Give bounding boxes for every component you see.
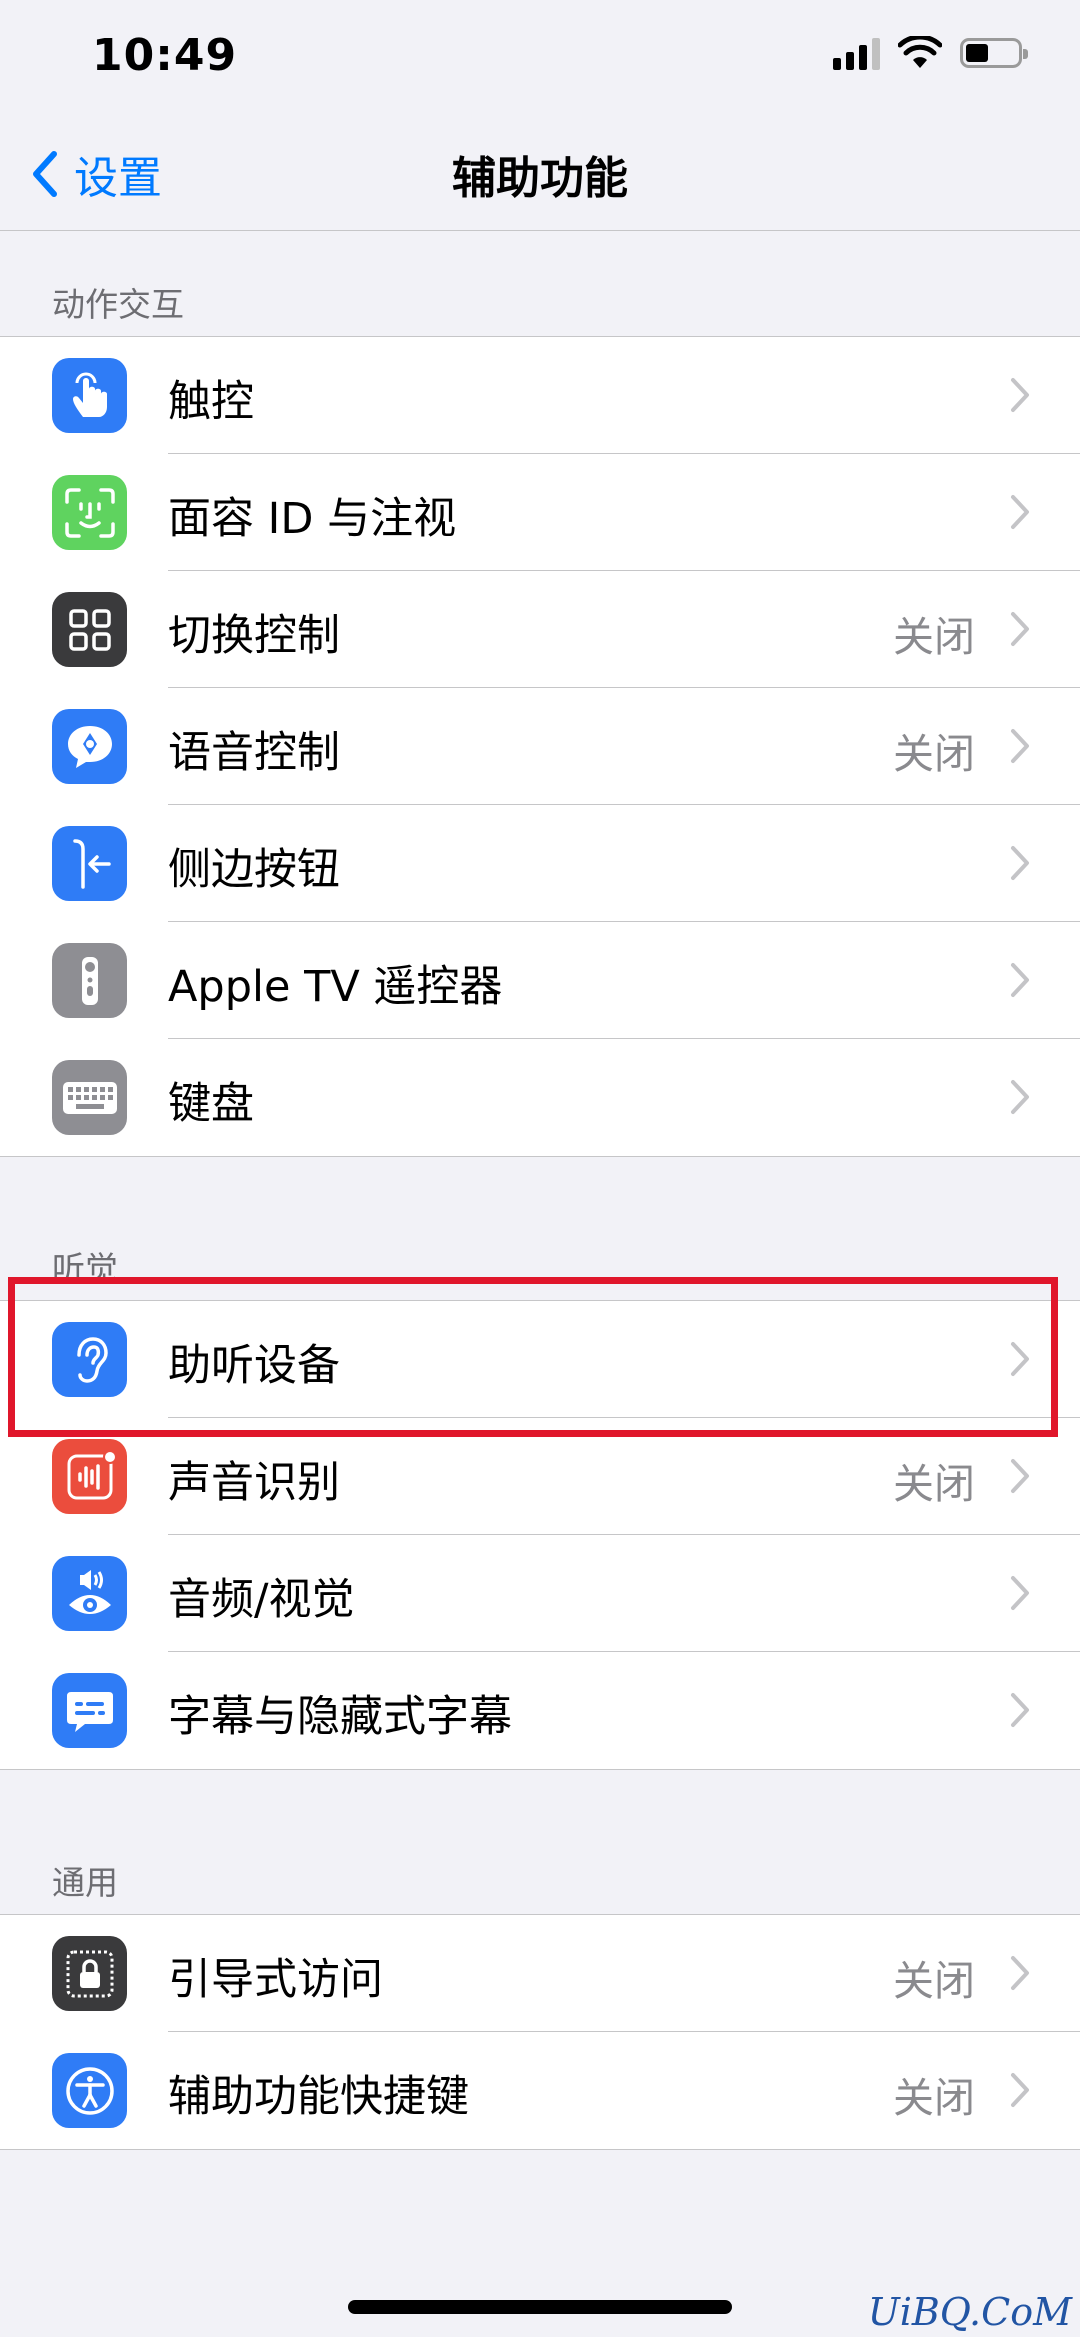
battery-icon: [960, 38, 1028, 68]
list-item-label: 触控: [168, 377, 254, 427]
list-item-guided-access[interactable]: 引导式访问 关闭: [0, 1915, 1080, 2032]
list-item-side-button[interactable]: 侧边按钮: [0, 805, 1080, 922]
list-item-value: 关闭: [893, 1460, 975, 1508]
home-indicator[interactable]: [348, 2300, 732, 2314]
list-item-value: 关闭: [893, 730, 975, 778]
list-item-touch[interactable]: 触控: [0, 337, 1080, 454]
list-item-label: 键盘: [168, 1079, 254, 1129]
chevron-right-icon: [1011, 2073, 1029, 2107]
list-item-switch-control[interactable]: 切换控制 关闭: [0, 571, 1080, 688]
status-bar: 10:49: [0, 0, 1080, 120]
chevron-right-icon: [1011, 1956, 1029, 1990]
chevron-right-icon: [1011, 729, 1029, 763]
touch-icon: [52, 358, 127, 433]
subtitles-icon: [52, 1673, 127, 1748]
audio-visual-icon: [52, 1556, 127, 1631]
voice-control-icon: [52, 709, 127, 784]
navigation-bar: 设置 辅助功能: [0, 120, 1080, 231]
list-item-label: Apple TV 遥控器: [168, 962, 503, 1012]
settings-group-interaction: 触控 面容 ID 与注视 切换控制 关闭 语音控制 关闭 侧边按钮 Apple …: [0, 336, 1080, 1157]
chevron-right-icon: [1011, 1576, 1029, 1610]
list-item-label: 侧边按钮: [168, 845, 340, 895]
list-item-label: 字幕与隐藏式字幕: [168, 1692, 512, 1742]
chevron-right-icon: [1011, 1080, 1029, 1114]
status-icons: [833, 36, 1028, 70]
watermark: UiBQ.CoM: [867, 2290, 1072, 2334]
list-item-value: 关闭: [893, 613, 975, 661]
list-item-keyboard[interactable]: 键盘: [0, 1039, 1080, 1156]
list-item-apple-tv-remote[interactable]: Apple TV 遥控器: [0, 922, 1080, 1039]
section-header-general: 通用: [52, 1863, 118, 1902]
face-id-icon: [52, 475, 127, 550]
list-item-label: 语音控制: [168, 728, 340, 778]
settings-group-general: 引导式访问 关闭 辅助功能快捷键 关闭: [0, 1914, 1080, 2150]
sound-recognition-icon: [52, 1439, 127, 1514]
switch-control-icon: [52, 592, 127, 667]
keyboard-icon: [52, 1060, 127, 1135]
chevron-right-icon: [1011, 495, 1029, 529]
list-item-subtitles[interactable]: 字幕与隐藏式字幕: [0, 1652, 1080, 1769]
chevron-right-icon: [1011, 846, 1029, 880]
chevron-right-icon: [1011, 378, 1029, 412]
list-item-label: 面容 ID 与注视: [168, 494, 457, 544]
highlight-box: [8, 1277, 1058, 1437]
list-item-label: 辅助功能快捷键: [168, 2072, 469, 2122]
chevron-right-icon: [1011, 612, 1029, 646]
section-header-interaction: 动作交互: [52, 285, 184, 324]
page-title: 辅助功能: [452, 153, 628, 204]
side-button-icon: [52, 826, 127, 901]
guided-access-icon: [52, 1936, 127, 2011]
list-item-accessibility-shortcut[interactable]: 辅助功能快捷键 关闭: [0, 2032, 1080, 2149]
list-item-voice-control[interactable]: 语音控制 关闭: [0, 688, 1080, 805]
list-item-label: 声音识别: [168, 1458, 340, 1508]
list-item-value: 关闭: [893, 2074, 975, 2122]
list-item-value: 关闭: [893, 1957, 975, 2005]
remote-icon: [52, 943, 127, 1018]
list-item-label: 音频/视觉: [168, 1575, 355, 1625]
list-item-audio-visual[interactable]: 音频/视觉: [0, 1535, 1080, 1652]
cellular-signal-icon: [833, 36, 880, 70]
list-item-label: 切换控制: [168, 611, 340, 661]
list-item-label: 引导式访问: [168, 1955, 383, 2005]
chevron-right-icon: [1011, 1693, 1029, 1727]
wifi-icon: [898, 36, 942, 68]
list-item-face-id[interactable]: 面容 ID 与注视: [0, 454, 1080, 571]
accessibility-icon: [52, 2053, 127, 2128]
chevron-right-icon: [1011, 1459, 1029, 1493]
status-time: 10:49: [92, 30, 238, 81]
chevron-right-icon: [1011, 963, 1029, 997]
